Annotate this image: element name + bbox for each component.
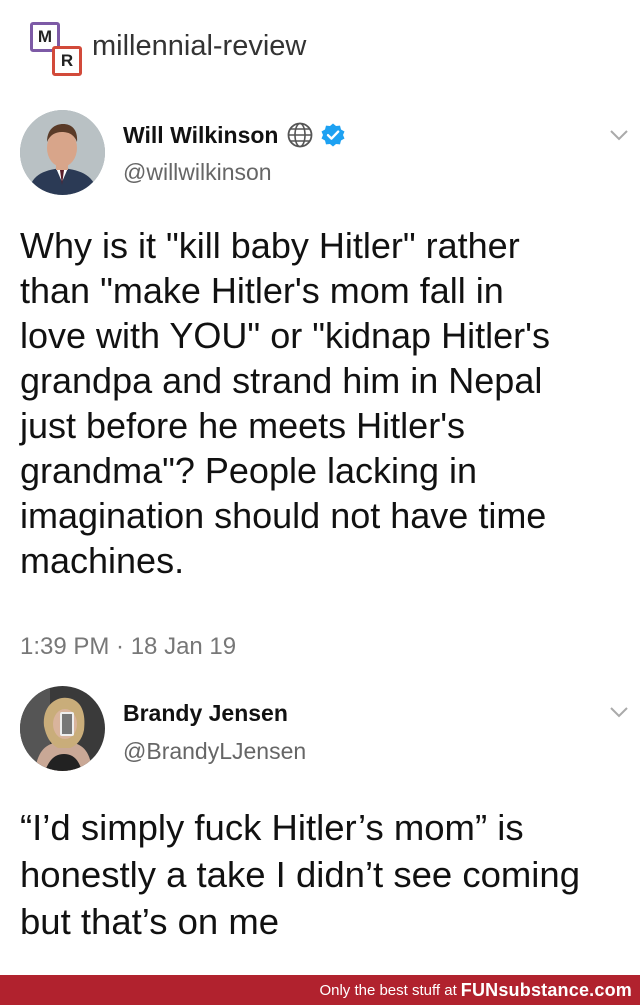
millennial-review-logo[interactable]: M R [30,22,82,76]
verified-icon [320,122,346,148]
tweet-body: “I’d simply fuck Hitler’s mom” is honest… [20,807,580,942]
tweet-timestamp[interactable]: 1:39 PM · 18 Jan 19 [20,633,236,661]
tweet-body: Why is it "kill baby Hitler" rather than… [20,225,550,581]
author-name-row: Brandy Jensen [123,700,288,727]
footer-watermark: Only the best stuff at FUNsubstance.com [0,975,640,1005]
chevron-down-icon[interactable] [608,704,630,720]
chevron-down-icon[interactable] [608,127,630,143]
tweet-will-wilkinson: Will Wilkinson @willwilkinson Why is it … [0,105,640,675]
footer-brand[interactable]: FUNsubstance.com [461,980,632,1001]
footer-text: Only the best stuff at [319,981,457,999]
avatar[interactable] [20,110,105,195]
logo-letter-r: R [52,46,82,76]
author-handle[interactable]: @willwilkinson [123,159,272,186]
author-handle[interactable]: @BrandyLJensen [123,738,306,765]
tweet-brandy-jensen: Brandy Jensen @BrandyLJensen “I’d simply… [0,686,640,976]
globe-icon [286,121,314,149]
site-name[interactable]: millennial-review [92,30,306,63]
author-name[interactable]: Brandy Jensen [123,700,288,727]
avatar[interactable] [20,686,105,771]
author-name-row: Will Wilkinson [123,121,346,149]
author-name[interactable]: Will Wilkinson [123,122,278,149]
post-header: M R millennial-review [0,0,640,95]
